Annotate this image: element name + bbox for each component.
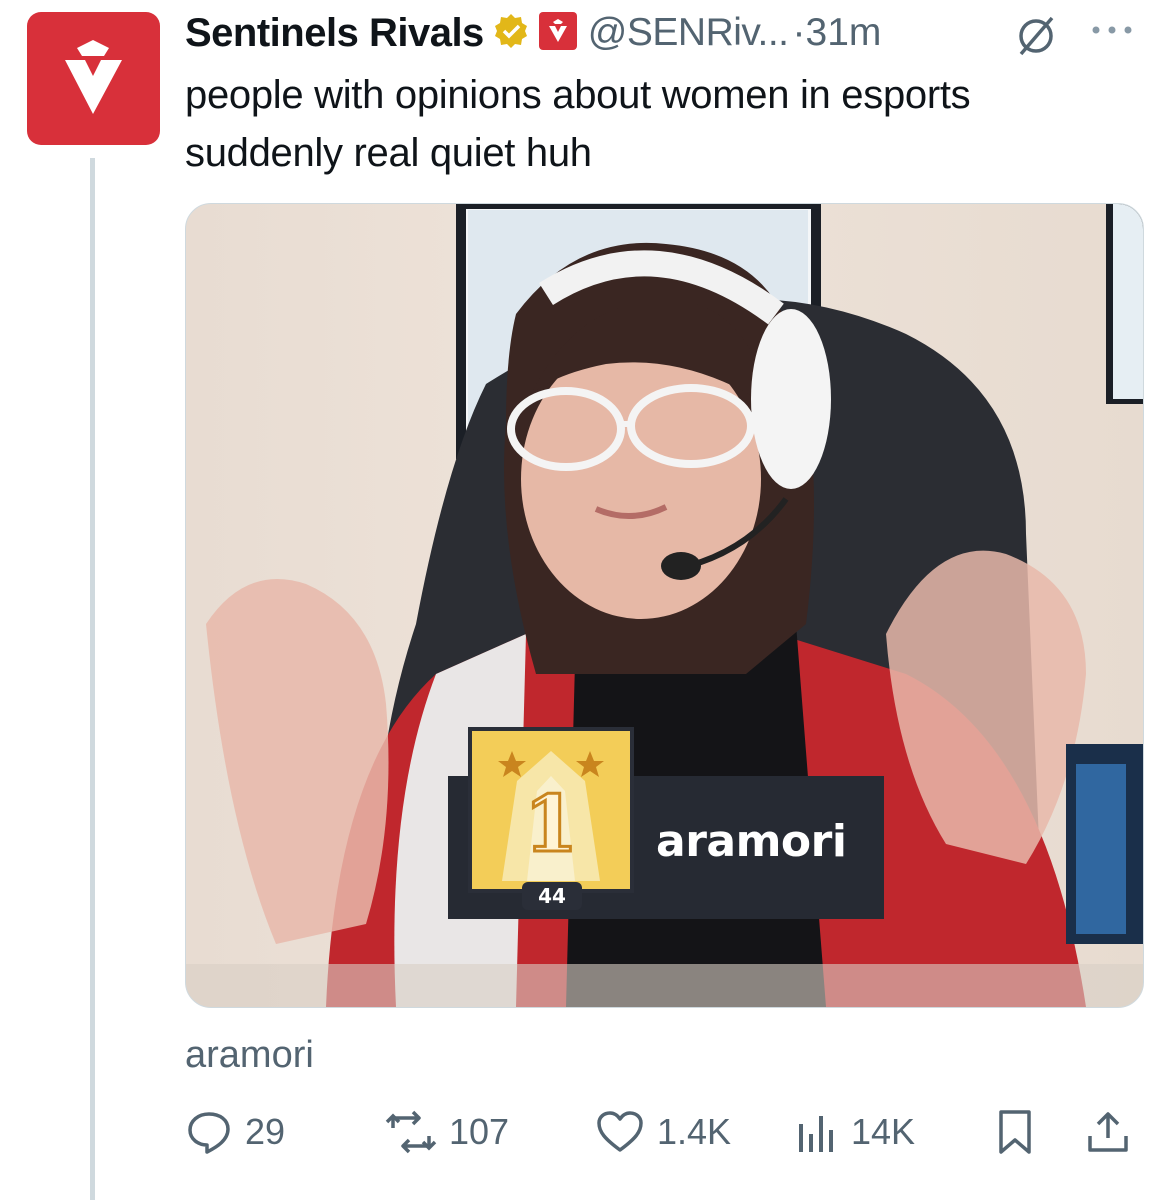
handle[interactable]: @SENRiv... xyxy=(588,11,789,55)
svg-text:1: 1 xyxy=(524,779,578,870)
reply-count: 29 xyxy=(245,1111,286,1152)
reply-button[interactable]: 29 xyxy=(185,1108,285,1156)
media-caption: aramori xyxy=(185,1034,314,1076)
views-icon xyxy=(799,1116,833,1152)
tweet-text-line: suddenly real quiet huh xyxy=(185,131,592,175)
timestamp[interactable]: ·31m xyxy=(793,11,882,55)
action-bar: 29 107 1.4K 14K xyxy=(185,1108,1145,1158)
tweet-media[interactable]: 1 44 aramori xyxy=(185,203,1144,1008)
grok-icon[interactable] xyxy=(1014,14,1058,63)
tweet-header: Sentinels Rivals @SENRiv... ·31m xyxy=(185,8,881,58)
tweet-text: people with opinions about women in espo… xyxy=(185,66,1145,182)
share-icon xyxy=(1088,1112,1128,1152)
repost-icon xyxy=(385,1110,437,1154)
verified-badge-icon xyxy=(492,12,530,55)
display-name[interactable]: Sentinels Rivals xyxy=(185,11,484,56)
like-count: 1.4K xyxy=(657,1111,732,1152)
avatar[interactable] xyxy=(27,12,160,145)
sentinels-affiliate-icon[interactable] xyxy=(538,11,578,56)
views-button[interactable]: 14K xyxy=(795,1108,915,1156)
thread-line xyxy=(90,158,95,1200)
player-level: 44 xyxy=(522,882,582,910)
repost-count: 107 xyxy=(449,1111,510,1152)
rank-badge-icon: 1 xyxy=(468,727,634,893)
bookmark-icon xyxy=(999,1110,1031,1154)
more-icon[interactable] xyxy=(1088,20,1140,45)
repost-button[interactable]: 107 xyxy=(385,1108,509,1156)
reply-icon xyxy=(188,1112,230,1154)
like-button[interactable]: 1.4K xyxy=(595,1108,731,1156)
sentinels-logo-icon xyxy=(65,40,122,114)
tweet-text-line: people with opinions about women in espo… xyxy=(185,73,971,117)
player-name: aramori xyxy=(656,816,847,867)
share-button[interactable] xyxy=(1085,1108,1131,1156)
like-icon xyxy=(597,1111,643,1152)
view-count: 14K xyxy=(851,1111,916,1152)
bookmark-button[interactable] xyxy=(995,1108,1035,1156)
